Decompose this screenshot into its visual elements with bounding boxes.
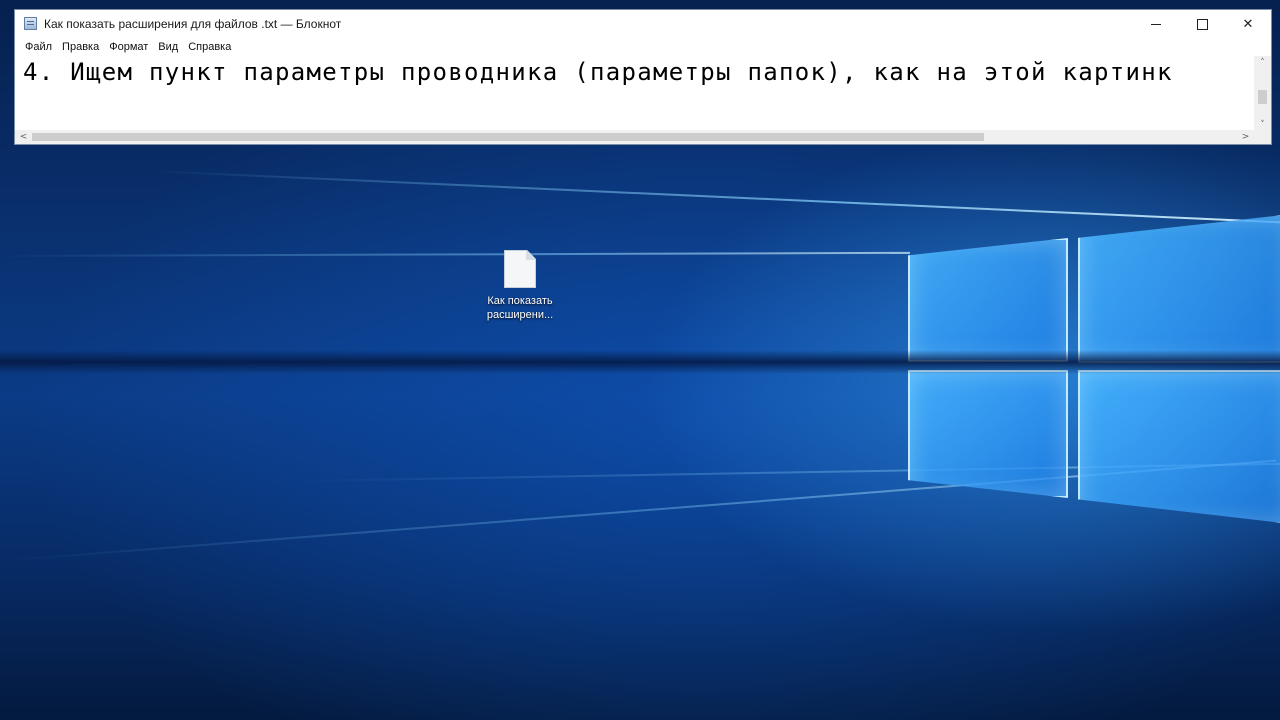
scrollbar-corner bbox=[1254, 130, 1271, 144]
horizontal-scrollbar[interactable]: < > bbox=[15, 130, 1254, 144]
maximize-button[interactable] bbox=[1179, 10, 1225, 38]
maximize-icon bbox=[1196, 18, 1208, 30]
logo-pane bbox=[1078, 214, 1280, 363]
wallpaper-haze bbox=[0, 350, 1280, 374]
scroll-right-icon[interactable]: > bbox=[1237, 130, 1254, 144]
vertical-scroll-thumb[interactable] bbox=[1258, 90, 1267, 104]
menu-file[interactable]: Файл bbox=[20, 41, 57, 53]
logo-pane bbox=[908, 370, 1068, 498]
notepad-icon bbox=[24, 17, 37, 30]
notepad-window: Как показать расширения для файлов .txt … bbox=[14, 9, 1272, 145]
menu-edit[interactable]: Правка bbox=[57, 41, 104, 53]
vertical-scrollbar[interactable]: ˄ ˅ bbox=[1254, 56, 1271, 132]
title-bar[interactable]: Как показать расширения для файлов .txt … bbox=[15, 10, 1271, 38]
scroll-up-icon[interactable]: ˄ bbox=[1254, 56, 1271, 70]
text-file-icon bbox=[504, 250, 536, 288]
horizontal-scroll-thumb[interactable] bbox=[32, 133, 984, 141]
text-editor[interactable]: 4. Ищем пункт параметры проводника (пара… bbox=[15, 56, 1254, 132]
scroll-left-icon[interactable]: < bbox=[15, 130, 32, 144]
menu-format[interactable]: Формат bbox=[104, 41, 153, 53]
desktop-file-label: Как показать расширени... bbox=[474, 294, 566, 322]
close-button[interactable]: ✕ bbox=[1225, 10, 1271, 38]
menu-view[interactable]: Вид bbox=[153, 41, 183, 53]
minimize-icon bbox=[1151, 23, 1161, 25]
menu-bar: Файл Правка Формат Вид Справка bbox=[15, 38, 1271, 56]
editor-text: 4. Ищем пункт параметры проводника (пара… bbox=[23, 58, 1173, 86]
desktop-file-label-line1: Как показать bbox=[487, 295, 553, 307]
logo-pane bbox=[1078, 370, 1280, 524]
desktop-file-label-line2: расширени... bbox=[486, 309, 554, 321]
menu-help[interactable]: Справка bbox=[183, 41, 236, 53]
minimize-button[interactable] bbox=[1133, 10, 1179, 38]
logo-pane bbox=[908, 238, 1068, 362]
close-icon: ✕ bbox=[1242, 16, 1254, 32]
window-title: Как показать расширения для файлов .txt … bbox=[44, 17, 342, 31]
wallpaper-beam bbox=[0, 251, 910, 257]
wallpaper-beam bbox=[149, 170, 1280, 224]
desktop-file-icon[interactable]: Как показать расширени... bbox=[474, 250, 566, 322]
